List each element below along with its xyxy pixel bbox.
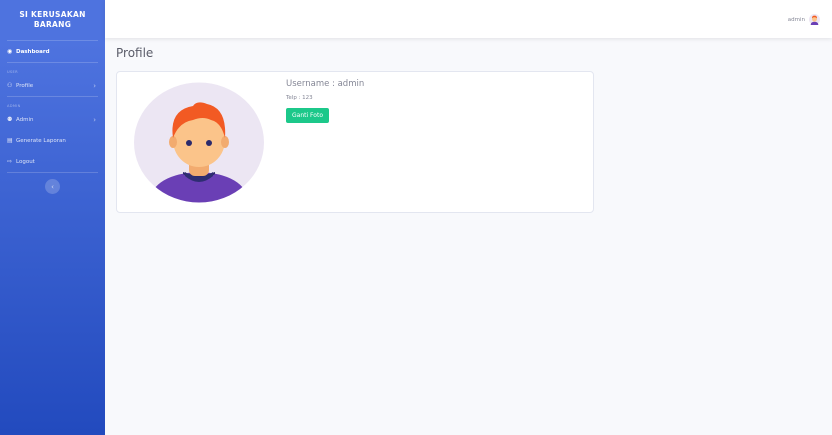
chevron-right-icon: › bbox=[93, 115, 96, 124]
sidebar: SI KERUSAKAN BARANG ◉ Dashboard USER ⚇ P… bbox=[0, 0, 105, 435]
sidebar-toggle-button[interactable]: ‹ bbox=[45, 179, 60, 194]
profile-telp: Telp : 123 bbox=[286, 95, 313, 101]
sidebar-heading-user: USER bbox=[7, 70, 18, 74]
logout-icon: ⇨ bbox=[7, 158, 13, 165]
profile-username: Username : admin bbox=[286, 79, 365, 89]
chevron-right-icon: › bbox=[93, 81, 96, 90]
change-photo-button[interactable]: Ganti Foto bbox=[286, 108, 329, 123]
tachometer-icon: ◉ bbox=[7, 48, 13, 55]
users-icon: ⚉ bbox=[7, 116, 13, 123]
brand-line-2: BARANG bbox=[33, 20, 72, 29]
sidebar-item-dashboard[interactable]: ◉ Dashboard bbox=[0, 41, 105, 62]
sidebar-item-label: Profile bbox=[16, 82, 34, 89]
profile-avatar-illustration bbox=[134, 82, 264, 203]
profile-card: Username : admin Telp : 123 Ganti Foto bbox=[116, 71, 594, 213]
profile-avatar bbox=[133, 82, 265, 203]
profile-info: Username : admin Telp : 123 Ganti Foto bbox=[286, 78, 364, 123]
brand-line-1: SI KERUSAKAN bbox=[19, 10, 86, 19]
sidebar-item-label: Admin bbox=[16, 116, 34, 123]
chevron-left-icon: ‹ bbox=[51, 182, 54, 191]
page-title: Profile bbox=[116, 46, 154, 60]
topbar: admin bbox=[105, 0, 832, 38]
sidebar-item-logout[interactable]: ⇨ Logout bbox=[0, 151, 105, 172]
sidebar-divider bbox=[7, 172, 98, 173]
sidebar-item-admin[interactable]: ⚉ Admin › bbox=[0, 109, 105, 130]
sidebar-heading-admin: ADMIN bbox=[7, 104, 21, 108]
sidebar-item-label: Generate Laporan bbox=[16, 137, 66, 144]
sidebar-brand[interactable]: SI KERUSAKAN BARANG bbox=[0, 0, 105, 40]
file-icon: ▤ bbox=[7, 137, 13, 144]
user-icon: ⚇ bbox=[7, 82, 13, 89]
sidebar-item-profile[interactable]: ⚇ Profile › bbox=[0, 75, 105, 96]
sidebar-item-label: Dashboard bbox=[16, 48, 50, 55]
user-avatar-icon bbox=[809, 14, 820, 25]
sidebar-item-label: Logout bbox=[16, 158, 35, 165]
sidebar-item-generate-laporan[interactable]: ▤ Generate Laporan bbox=[0, 130, 105, 151]
topbar-username: admin bbox=[787, 16, 805, 23]
user-dropdown[interactable]: admin bbox=[788, 14, 820, 25]
